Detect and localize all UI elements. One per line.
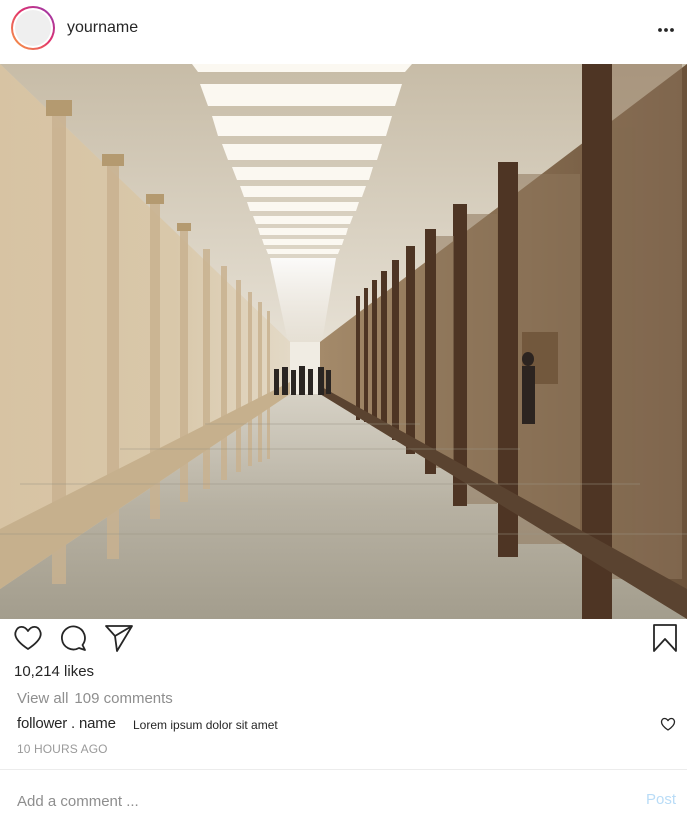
more-horizontal-icon[interactable] <box>652 22 680 38</box>
avatar-photo <box>15 10 51 46</box>
corridor-image <box>0 64 687 619</box>
username[interactable]: yourname <box>67 19 138 37</box>
avatar[interactable] <box>11 6 55 50</box>
comment-icon[interactable] <box>58 623 88 653</box>
post-header: yourname <box>0 0 687 64</box>
post-timestamp: 10 HOURS AGO <box>17 742 108 756</box>
post-comment-button[interactable]: Post <box>646 791 676 808</box>
post-photo[interactable] <box>0 64 687 619</box>
divider <box>0 769 687 770</box>
bookmark-icon[interactable] <box>651 623 679 653</box>
comment-text: Lorem ipsum dolor sit amet <box>133 718 278 732</box>
likes-count[interactable]: 10,214 likes <box>14 663 94 680</box>
send-icon[interactable] <box>104 623 134 653</box>
avatar-ring-gap <box>13 8 53 48</box>
instagram-post: yourname 10,214 likes View all 109 comme… <box>0 0 687 825</box>
view-all-comments-link[interactable]: View all 109 comments <box>17 690 179 707</box>
view-all-label: View all <box>17 690 69 707</box>
comment-username[interactable]: follower . name <box>17 715 116 732</box>
heart-icon[interactable] <box>13 623 43 653</box>
comments-count: 109 comments <box>74 690 173 707</box>
add-comment-input[interactable] <box>17 790 577 812</box>
heart-icon[interactable] <box>660 716 676 732</box>
